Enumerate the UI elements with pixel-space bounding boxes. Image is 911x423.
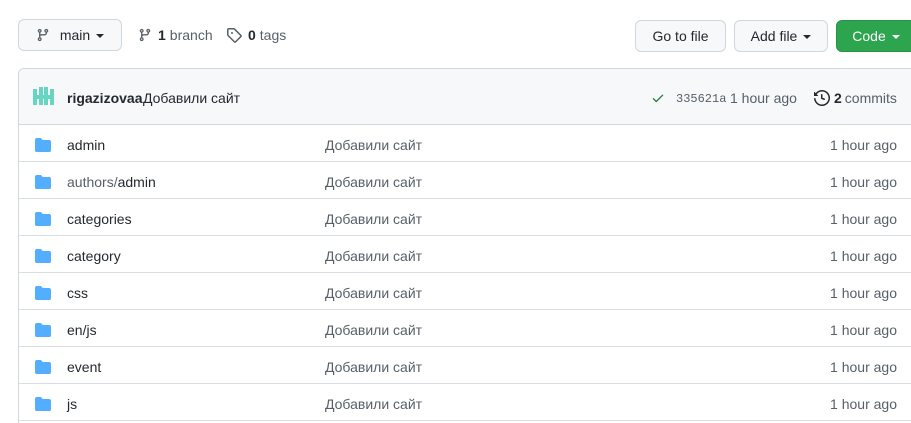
chevron-down-icon bbox=[891, 35, 900, 39]
file-name-link[interactable]: categories bbox=[67, 211, 132, 227]
file-row[interactable]: en/js Добавили сайт 1 hour ago bbox=[19, 310, 911, 347]
file-commit-message-link[interactable]: Добавили сайт bbox=[325, 137, 422, 153]
branches-count: 1 bbox=[158, 27, 166, 43]
file-name: category bbox=[67, 248, 121, 264]
file-row[interactable]: categories Добавили сайт 1 hour ago bbox=[19, 199, 911, 236]
go-to-file-button[interactable]: Go to file bbox=[635, 20, 726, 52]
file-list: admin Добавили сайт 1 hour ago authors/admi… bbox=[19, 125, 911, 421]
file-name-link[interactable]: en/js bbox=[67, 322, 97, 338]
file-commit-message-link[interactable]: Добавили сайт bbox=[325, 248, 422, 264]
file-commit-age: 1 hour ago bbox=[830, 174, 897, 190]
file-commit-message-link[interactable]: Добавили сайт bbox=[325, 359, 422, 375]
file-name: js bbox=[67, 396, 78, 412]
branches-label: branch bbox=[169, 27, 213, 43]
folder-icon bbox=[35, 323, 51, 337]
file-commit-age: 1 hour ago bbox=[830, 285, 897, 301]
file-name-link[interactable]: authors/admin bbox=[67, 174, 156, 190]
check-icon[interactable] bbox=[651, 91, 665, 105]
folder-icon bbox=[35, 360, 51, 374]
file-name: event bbox=[67, 359, 102, 375]
history-icon bbox=[814, 90, 830, 106]
folder-icon bbox=[35, 397, 51, 411]
file-row[interactable]: css Добавили сайт 1 hour ago bbox=[19, 273, 911, 310]
add-file-button[interactable]: Add file bbox=[734, 20, 828, 52]
commit-sha-link[interactable]: 335621a bbox=[676, 92, 726, 106]
file-name: categories bbox=[67, 211, 132, 227]
file-commit-message-link[interactable]: Добавили сайт bbox=[325, 285, 422, 301]
file-commit-age: 1 hour ago bbox=[830, 396, 897, 412]
file-row[interactable]: event Добавили сайт 1 hour ago bbox=[19, 347, 911, 384]
commit-author-link[interactable]: rigazizovaa bbox=[67, 90, 142, 106]
file-commit-age: 1 hour ago bbox=[830, 248, 897, 264]
folder-icon bbox=[35, 175, 51, 189]
git-branch-icon bbox=[139, 28, 151, 42]
commit-message-link[interactable]: Добавили сайт bbox=[143, 90, 240, 106]
branch-select-button[interactable]: main bbox=[18, 19, 122, 51]
code-button[interactable]: Code bbox=[836, 20, 911, 52]
folder-icon bbox=[35, 138, 51, 152]
file-commit-age: 1 hour ago bbox=[830, 322, 897, 338]
file-commit-age: 1 hour ago bbox=[830, 137, 897, 153]
file-name-link[interactable]: event bbox=[67, 359, 101, 375]
file-commit-message-link[interactable]: Добавили сайт bbox=[325, 174, 422, 190]
file-name: en/js bbox=[67, 322, 97, 338]
file-name-link[interactable]: css bbox=[67, 285, 88, 301]
tags-label: tags bbox=[259, 27, 287, 43]
code-label: Code bbox=[852, 28, 886, 44]
avatar[interactable] bbox=[33, 87, 54, 107]
file-commit-age: 1 hour ago bbox=[830, 359, 897, 375]
folder-icon bbox=[35, 249, 51, 263]
tags-link[interactable]: 0 tags bbox=[226, 27, 286, 43]
folder-icon bbox=[35, 286, 51, 300]
add-file-label: Add file bbox=[750, 28, 798, 44]
commit-time: 1 hour ago bbox=[730, 90, 797, 106]
latest-commit-bar: rigazizovaa Добавили сайт 335621a 1 hour… bbox=[19, 69, 911, 125]
file-row[interactable]: js Добавили сайт 1 hour ago bbox=[19, 384, 911, 421]
branch-name: main bbox=[59, 27, 91, 43]
repo-toolbar: main 1 branch 0 tags Go to file Add file… bbox=[0, 0, 911, 68]
file-name: admin bbox=[67, 137, 106, 153]
file-row[interactable]: authors/admin Добавили сайт 1 hour ago bbox=[19, 162, 911, 199]
file-name-link[interactable]: js bbox=[67, 396, 77, 412]
file-row[interactable]: category Добавили сайт 1 hour ago bbox=[19, 236, 911, 273]
commits-count: 2 bbox=[834, 90, 842, 106]
commits-label: commits bbox=[844, 90, 897, 106]
file-browser: rigazizovaa Добавили сайт 335621a 1 hour… bbox=[18, 68, 911, 423]
file-name-link[interactable]: category bbox=[67, 248, 121, 264]
tag-icon bbox=[227, 28, 242, 43]
git-branch-icon bbox=[37, 28, 49, 42]
file-row[interactable]: admin Добавили сайт 1 hour ago bbox=[19, 125, 911, 162]
file-path-prefix: authors/ bbox=[67, 174, 118, 190]
file-commit-message-link[interactable]: Добавили сайт bbox=[325, 396, 422, 412]
commits-history-link[interactable]: 2 commits bbox=[814, 90, 897, 106]
file-name-link[interactable]: admin bbox=[67, 137, 105, 153]
branches-link[interactable]: 1 branch bbox=[138, 27, 213, 43]
file-commit-message-link[interactable]: Добавили сайт bbox=[325, 211, 422, 227]
file-commit-message-link[interactable]: Добавили сайт bbox=[325, 322, 422, 338]
chevron-down-icon bbox=[803, 35, 812, 39]
file-name: css bbox=[67, 285, 88, 301]
file-commit-age: 1 hour ago bbox=[830, 211, 897, 227]
file-name: admin bbox=[117, 174, 156, 190]
folder-icon bbox=[35, 212, 51, 226]
tags-count: 0 bbox=[248, 27, 256, 43]
chevron-down-icon bbox=[96, 34, 105, 38]
